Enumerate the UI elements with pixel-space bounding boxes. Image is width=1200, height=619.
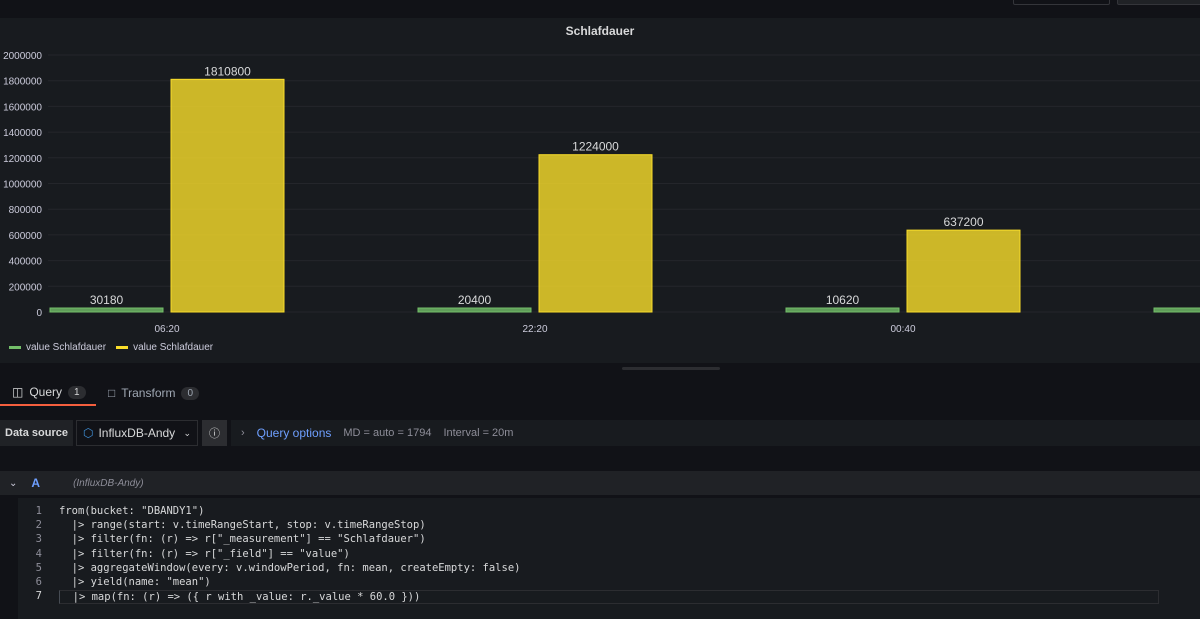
- y-tick-label: 1000000: [3, 180, 42, 191]
- y-tick-label: 600000: [9, 231, 43, 242]
- interval: Interval = 20m: [443, 427, 514, 439]
- y-tick-label: 0: [36, 308, 42, 319]
- bar: [785, 307, 900, 313]
- bar: [170, 78, 285, 313]
- tab-transform[interactable]: □ Transform 0: [96, 380, 211, 406]
- chevron-right-icon: ›: [240, 427, 245, 439]
- legend-item[interactable]: value Schlafdauer: [116, 342, 213, 353]
- bar: [906, 229, 1021, 313]
- code-line[interactable]: 6 |> yield(name: "mean"): [18, 576, 1200, 590]
- legend-label: value Schlafdauer: [133, 342, 214, 353]
- datasource-label: Data source: [0, 420, 73, 446]
- line-number: 5: [35, 561, 42, 574]
- line-number: 6: [35, 575, 42, 588]
- query-header[interactable]: ⌄ A (InfluxDB-Andy): [0, 471, 1200, 495]
- x-tick-label: 22:20: [522, 324, 547, 335]
- help-icon: ⓘ: [208, 428, 220, 440]
- y-tick-label: 1800000: [3, 77, 42, 88]
- collapse-icon[interactable]: ⌄: [9, 478, 17, 489]
- toolbar-button[interactable]: [1013, 0, 1110, 5]
- help-button[interactable]: ⓘ: [201, 420, 227, 446]
- toolbar-button[interactable]: [1117, 0, 1200, 5]
- y-tick-label: 2000000: [3, 51, 42, 62]
- code-text: |> filter(fn: (r) => r["_measurement"] =…: [59, 533, 426, 546]
- chevron-down-icon: ⌄: [183, 427, 191, 438]
- legend-label: value Schlafdauer: [26, 342, 107, 353]
- data-label: 20400: [458, 293, 492, 307]
- code-text: |> aggregateWindow(every: v.windowPeriod…: [59, 561, 521, 574]
- datasource-value: InfluxDB-Andy: [98, 426, 176, 440]
- tab-count: 0: [181, 386, 200, 400]
- code-line[interactable]: 3 |> filter(fn: (r) => r["_measurement"]…: [18, 533, 1200, 547]
- code-text: from(bucket: "DBANDY1"): [59, 505, 205, 517]
- tab-label: Transform: [121, 386, 176, 400]
- bar: [1153, 307, 1200, 313]
- bar-chart: 0 200000 400000 600000 800000 1000000 1200000 1…: [3, 51, 1200, 335]
- x-tick-label: 06:20: [154, 324, 179, 335]
- data-label: 30180: [90, 293, 124, 307]
- line-number: 7: [35, 590, 42, 603]
- data-label: 637200: [943, 215, 983, 229]
- code-text: |> filter(fn: (r) => r["_field"] == "val…: [59, 547, 350, 560]
- query-ref[interactable]: A: [31, 476, 40, 490]
- code-line[interactable]: 4 |> filter(fn: (r) => r["_field"] == "v…: [18, 548, 1200, 562]
- query-options-link[interactable]: Query options: [257, 426, 332, 440]
- datasource-picker[interactable]: ⬡ InfluxDB-Andy ⌄: [75, 420, 198, 446]
- code-text: |> range(start: v.timeRangeStart, stop: …: [59, 519, 426, 532]
- y-tick-label: 1200000: [3, 154, 42, 165]
- data-label: 1224000: [572, 140, 619, 154]
- y-tick-label: 400000: [9, 257, 43, 268]
- legend-swatch: [9, 345, 21, 349]
- x-tick-label: 00:40: [890, 324, 915, 335]
- top-bar: [0, 0, 1200, 17]
- chart-panel: Schlafdauer 0 200000 400000 600000 800000 100…: [0, 18, 1200, 363]
- line-number: 2: [35, 519, 42, 532]
- database-icon: ◫: [12, 385, 24, 399]
- y-tick-label: 800000: [9, 205, 43, 216]
- code-line[interactable]: 1 from(bucket: "DBANDY1"): [18, 505, 1200, 519]
- tab-count: 1: [68, 385, 86, 399]
- resize-handle[interactable]: [622, 367, 720, 370]
- editor-tabs: ◫ Query 1 □ Transform 0: [0, 380, 211, 408]
- tab-query[interactable]: ◫ Query 1: [0, 380, 96, 406]
- data-label: 10620: [826, 293, 860, 307]
- influxdb-icon: ⬡: [82, 426, 94, 440]
- code-editor[interactable]: 1 from(bucket: "DBANDY1") 2 |> range(start…: [18, 498, 1200, 619]
- code-line[interactable]: 5 |> aggregateWindow(every: v.windowPeri…: [18, 562, 1200, 576]
- legend-swatch: [116, 345, 129, 349]
- query-options[interactable]: › Query options MD = auto = 1794 Interva…: [230, 420, 1200, 446]
- code-text: |> yield(name: "mean"): [59, 575, 211, 588]
- data-label: 1810800: [204, 64, 251, 78]
- code-text: |> map(fn: (r) => ({ r with _value: r._v…: [59, 590, 1159, 605]
- transform-icon: □: [108, 386, 116, 400]
- datasource-row: Data source ⬡ InfluxDB-Andy ⌄ ⓘ › Query …: [0, 420, 1200, 446]
- line-number: 4: [35, 547, 42, 560]
- bar: [417, 307, 532, 313]
- line-number: 3: [35, 533, 42, 546]
- legend-item[interactable]: value Schlafdauer: [9, 342, 106, 353]
- tab-label: Query: [29, 385, 63, 399]
- y-tick-label: 1600000: [3, 102, 42, 113]
- line-number: 1: [35, 505, 42, 517]
- bar: [49, 307, 164, 313]
- code-line[interactable]: 2 |> range(start: v.timeRangeStart, stop…: [18, 519, 1200, 533]
- y-tick-label: 1400000: [3, 128, 42, 139]
- legend: value Schlafdauer value Schlafdauer: [9, 342, 213, 353]
- max-data-points: MD = auto = 1794: [343, 427, 432, 439]
- code-line[interactable]: 7 |> map(fn: (r) => ({ r with _value: r.…: [18, 590, 1200, 605]
- bar: [538, 154, 653, 313]
- y-tick-label: 200000: [9, 282, 43, 293]
- query-source: (InfluxDB-Andy): [73, 477, 144, 489]
